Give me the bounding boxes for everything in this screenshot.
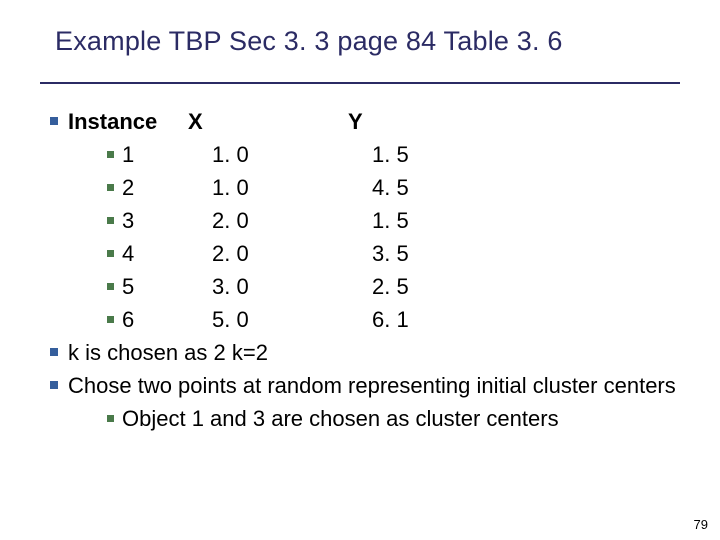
table-row: 65. 06. 1 [68, 303, 680, 336]
table-row: 53. 02. 5 [68, 270, 680, 303]
cell-y: 1. 5 [372, 138, 409, 171]
square-bullet-icon [98, 171, 122, 191]
cell-x: 2. 0 [212, 204, 372, 237]
cell-x: 2. 0 [212, 237, 372, 270]
square-bullet-icon [40, 105, 68, 125]
slide-content: InstanceXY 11. 01. 5 21. 04. 5 32. 01. 5… [40, 105, 680, 435]
cell-y: 4. 5 [372, 171, 409, 204]
cell-y: 6. 1 [372, 303, 409, 336]
cell-instance: 2 [122, 171, 212, 204]
square-bullet-icon [98, 237, 122, 257]
cell-y: 3. 5 [372, 237, 409, 270]
header-y: Y [348, 105, 363, 138]
square-bullet-icon [40, 369, 68, 389]
slide-title: Example TBP Sec 3. 3 page 84 Table 3. 6 [55, 26, 680, 57]
text-objects-chosen: Object 1 and 3 are chosen as cluster cen… [122, 402, 680, 435]
table-row: 42. 03. 5 [68, 237, 680, 270]
cell-x: 3. 0 [212, 270, 372, 303]
header-x: X [188, 105, 348, 138]
square-bullet-icon [98, 402, 122, 422]
cell-instance: 1 [122, 138, 212, 171]
table-row: 11. 01. 5 [68, 138, 680, 171]
square-bullet-icon [98, 303, 122, 323]
cell-x: 5. 0 [212, 303, 372, 336]
cell-instance: 3 [122, 204, 212, 237]
text-k-chosen: k is chosen as 2 k=2 [68, 336, 680, 369]
bullet-choose-points: Chose two points at random representing … [40, 369, 680, 435]
page-number: 79 [694, 517, 708, 532]
bullet-instance-header: InstanceXY 11. 01. 5 21. 04. 5 32. 01. 5… [40, 105, 680, 336]
text-choose-points: Chose two points at random representing … [68, 369, 680, 402]
bullet-k-chosen: k is chosen as 2 k=2 [40, 336, 680, 369]
cell-y: 1. 5 [372, 204, 409, 237]
table-header-row: InstanceXY [68, 105, 680, 138]
slide: Example TBP Sec 3. 3 page 84 Table 3. 6 … [0, 0, 720, 540]
square-bullet-icon [98, 138, 122, 158]
table-row: 32. 01. 5 [68, 204, 680, 237]
cell-instance: 5 [122, 270, 212, 303]
bullet-objects-chosen: Object 1 and 3 are chosen as cluster cen… [68, 402, 680, 435]
square-bullet-icon [98, 270, 122, 290]
title-underline [40, 82, 680, 84]
square-bullet-icon [98, 204, 122, 224]
square-bullet-icon [40, 336, 68, 356]
cell-y: 2. 5 [372, 270, 409, 303]
cell-x: 1. 0 [212, 138, 372, 171]
cell-x: 1. 0 [212, 171, 372, 204]
cell-instance: 6 [122, 303, 212, 336]
cell-instance: 4 [122, 237, 212, 270]
header-instance: Instance [68, 105, 188, 138]
table-row: 21. 04. 5 [68, 171, 680, 204]
